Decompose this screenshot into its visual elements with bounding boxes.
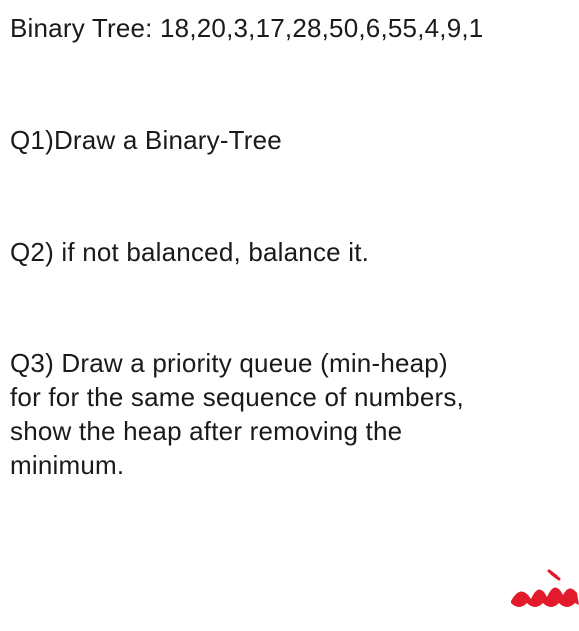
scribble-icon [501, 563, 579, 613]
header-line: Binary Tree: 18,20,3,17,28,50,6,55,4,9,1 [10, 12, 569, 46]
question-2-text: Q2) if not balanced, balance it. [10, 236, 569, 270]
red-scribble-annotation [501, 563, 579, 613]
question-3-line3: show the heap after removing the [10, 415, 569, 449]
question-1: Q1)Draw a Binary-Tree [10, 124, 569, 158]
question-3: Q3) Draw a priority queue (min-heap) for… [10, 347, 569, 482]
question-3-line1: Q3) Draw a priority queue (min-heap) [10, 347, 569, 381]
question-1-text: Q1)Draw a Binary-Tree [10, 124, 569, 158]
question-2: Q2) if not balanced, balance it. [10, 236, 569, 270]
question-3-line4: minimum. [10, 449, 569, 483]
header-label: Binary Tree: [10, 13, 160, 43]
question-3-line2: for for the same sequence of numbers, [10, 381, 569, 415]
header-sequence: 18,20,3,17,28,50,6,55,4,9,1 [160, 13, 483, 43]
